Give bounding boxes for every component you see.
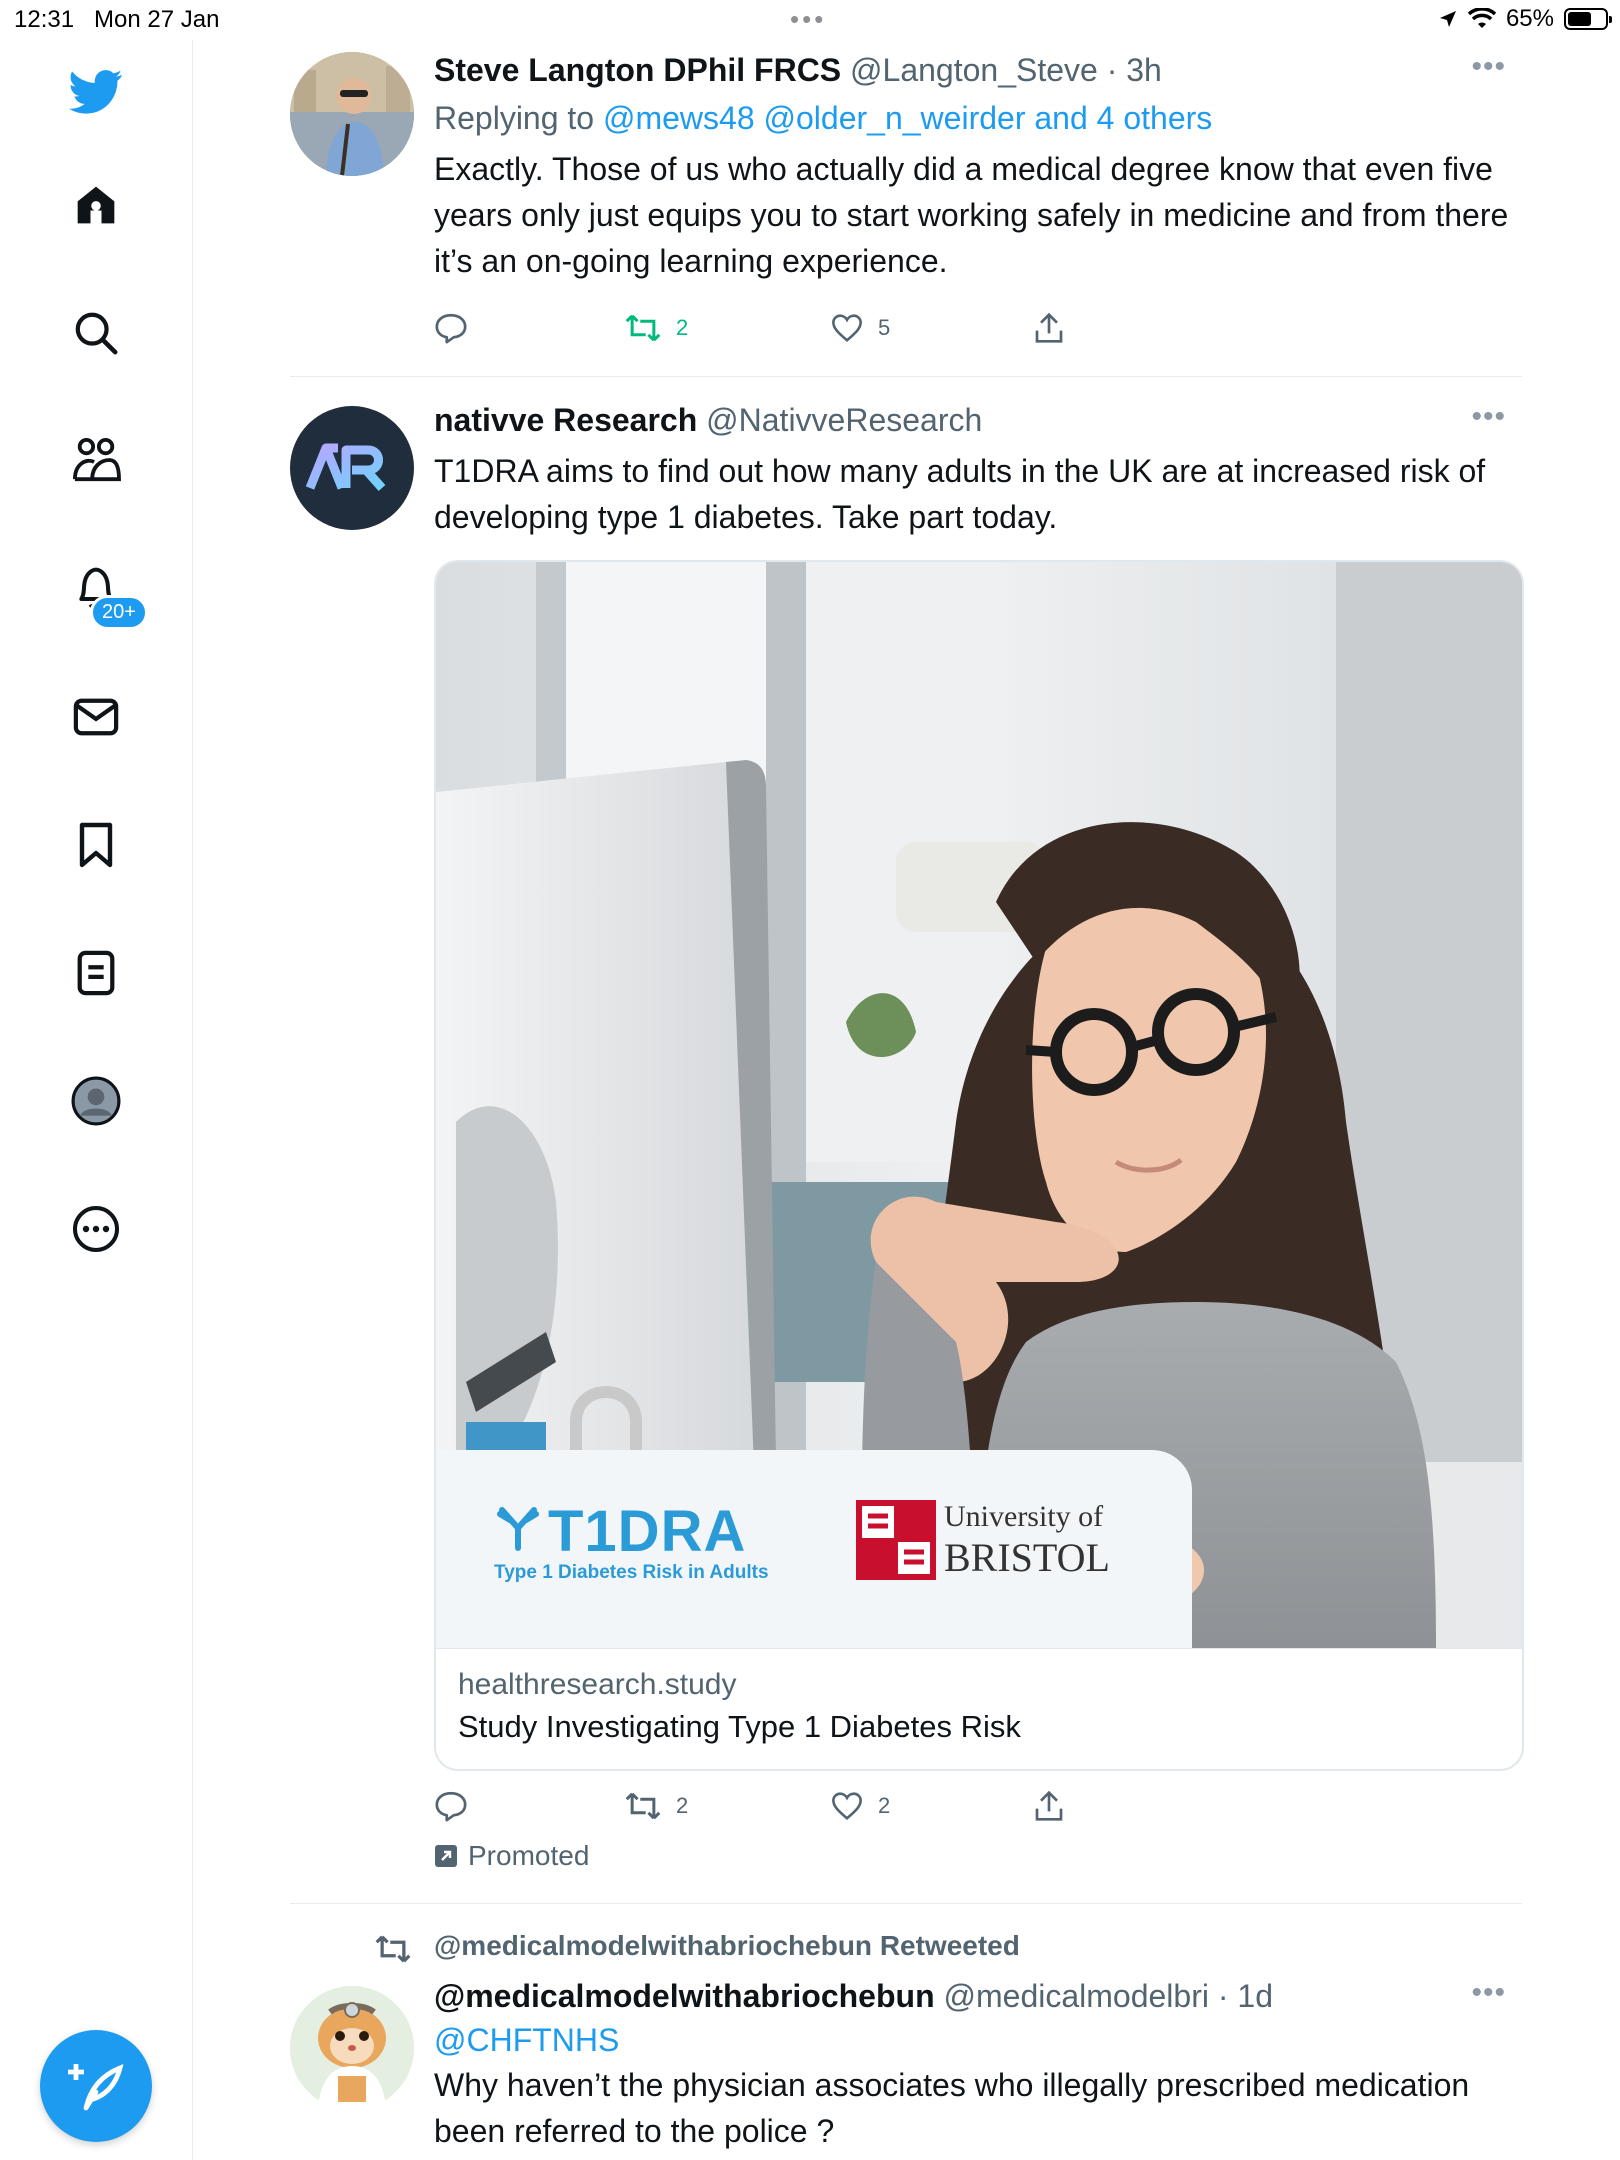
reply-button[interactable] — [434, 1790, 468, 1822]
retweet-count: 2 — [676, 315, 689, 340]
author-name[interactable]: @medicalmodelwithabriochebun — [434, 1978, 935, 2014]
retweet-count: 2 — [676, 1793, 689, 1818]
search-icon[interactable] — [71, 308, 121, 358]
retweet-icon — [625, 1792, 661, 1820]
bookmarks-icon[interactable] — [71, 820, 121, 870]
retweet-button[interactable]: 2 — [624, 313, 688, 343]
location-icon — [1439, 11, 1456, 27]
replying-to-prefix: Replying to — [434, 100, 603, 136]
battery-percent: 65% — [1505, 5, 1554, 32]
tweet-text: T1DRA aims to find out how many adults i… — [434, 453, 1486, 535]
tweet-actions: 2 5 — [434, 308, 1334, 348]
share-button[interactable] — [1034, 1790, 1064, 1822]
author-handle[interactable]: @NativveResearch — [706, 402, 982, 438]
promoted-icon — [435, 1845, 457, 1867]
like-button[interactable]: 2 — [830, 1791, 890, 1821]
home-icon[interactable] — [71, 180, 121, 230]
tweet-menu-icon[interactable]: ••• — [1471, 400, 1506, 434]
messages-icon[interactable] — [71, 692, 121, 742]
profile-icon[interactable] — [71, 1076, 121, 1126]
promoted-text: Promoted — [468, 1840, 590, 1871]
communities-icon[interactable] — [71, 435, 121, 485]
avatar[interactable] — [290, 406, 414, 530]
multitasking-dots-icon[interactable]: ••• — [790, 4, 826, 35]
hamster-doctor-avatar — [290, 1986, 414, 2110]
avatar[interactable] — [290, 1986, 414, 2110]
university-line1: University of — [944, 1500, 1104, 1533]
tweet-actions: 2 2 — [434, 1786, 1334, 1826]
share-button[interactable] — [1034, 312, 1064, 344]
author-handle[interactable]: @medicalmodelbri · 1d — [944, 1978, 1274, 2014]
t1dra-tagline: Type 1 Diabetes Risk in Adults — [494, 1562, 769, 1583]
mention-link[interactable]: @CHFTNHS — [434, 2022, 619, 2058]
tweet-text: Why haven’t the physician associates who… — [434, 2067, 1470, 2149]
compose-tweet-button[interactable] — [40, 2030, 152, 2142]
share-icon — [1035, 312, 1063, 343]
like-button[interactable]: 5 — [830, 313, 890, 343]
retweeted-icon — [375, 1935, 411, 1963]
like-count: 5 — [878, 315, 891, 340]
bristol-crest-icon — [856, 1500, 936, 1580]
retweeted-by[interactable]: @medicalmodelwithabriochebun Retweeted — [434, 1930, 1020, 1962]
antibody-icon — [497, 1507, 539, 1551]
retweet-button[interactable]: 2 — [624, 1791, 688, 1821]
promoted-label: Promoted — [434, 1840, 589, 1872]
avatar-photo — [290, 52, 414, 176]
battery-icon — [1564, 8, 1612, 30]
university-line2: BRISTOL — [944, 1535, 1110, 1580]
notifications-badge: 20+ — [90, 595, 148, 630]
replying-to: Replying to @mews48 @older_n_weirder and… — [434, 98, 1514, 138]
tweet-text: Exactly. Those of us who actually did a … — [434, 151, 1509, 279]
tweet-divider — [290, 1903, 1522, 1904]
logos-panel: T1DRA Type 1 Diabetes Risk in Adults Uni… — [436, 1450, 1192, 1648]
more-icon[interactable] — [71, 1204, 121, 1254]
like-count: 2 — [878, 1793, 891, 1818]
status-date: Mon 27 Jan — [94, 6, 220, 33]
tweet-divider — [290, 376, 1522, 377]
reply-icon — [435, 1791, 467, 1822]
link-card[interactable]: T1DRA Type 1 Diabetes Risk in Adults Uni… — [434, 560, 1524, 1771]
tweet-menu-icon[interactable]: ••• — [1471, 1976, 1506, 2010]
author-name[interactable]: nativve Research — [434, 402, 697, 438]
status-time: 12:31 — [14, 6, 75, 33]
share-icon — [1035, 1790, 1063, 1821]
card-domain: healthresearch.study — [458, 1668, 737, 1701]
card-image[interactable]: T1DRA Type 1 Diabetes Risk in Adults Uni… — [436, 562, 1522, 1648]
nativve-logo-icon — [305, 443, 386, 491]
university-bristol-logo: University of BRISTOL — [856, 1500, 1110, 1585]
tweet[interactable]: Steve Langton DPhil FRCS @Langton_Steve … — [290, 50, 1522, 370]
tweet-menu-icon[interactable]: ••• — [1471, 50, 1506, 84]
reply-icon — [435, 313, 467, 344]
tweet[interactable]: nativve Research @NativveResearch ••• T1… — [290, 400, 1524, 1872]
sidebar: 20+ — [0, 40, 193, 2160]
replying-mentions[interactable]: @mews48 @older_n_weirder and 4 others — [603, 100, 1212, 136]
t1dra-wordmark: T1DRA — [548, 1499, 747, 1564]
avatar[interactable] — [290, 52, 414, 176]
reply-button[interactable] — [434, 312, 468, 344]
author-name[interactable]: Steve Langton DPhil FRCS — [434, 52, 841, 88]
card-title: Study Investigating Type 1 Diabetes Risk — [458, 1709, 1021, 1744]
card-meta[interactable]: healthresearch.study Study Investigating… — [436, 1648, 1522, 1769]
heart-icon — [832, 314, 862, 342]
status-bar: 12:31 Mon 27 Jan ••• 65% — [0, 0, 1620, 40]
heart-icon — [832, 1792, 862, 1820]
tweet[interactable]: @medicalmodelwithabriochebun Retweeted @… — [290, 1930, 1522, 2160]
compose-feather-icon — [68, 2064, 124, 2111]
retweet-icon — [625, 314, 661, 342]
twitter-logo-icon[interactable] — [66, 62, 126, 122]
wifi-icon — [1467, 8, 1496, 28]
author-handle[interactable]: @Langton_Steve · 3h — [850, 52, 1162, 88]
lists-icon[interactable] — [71, 948, 121, 998]
